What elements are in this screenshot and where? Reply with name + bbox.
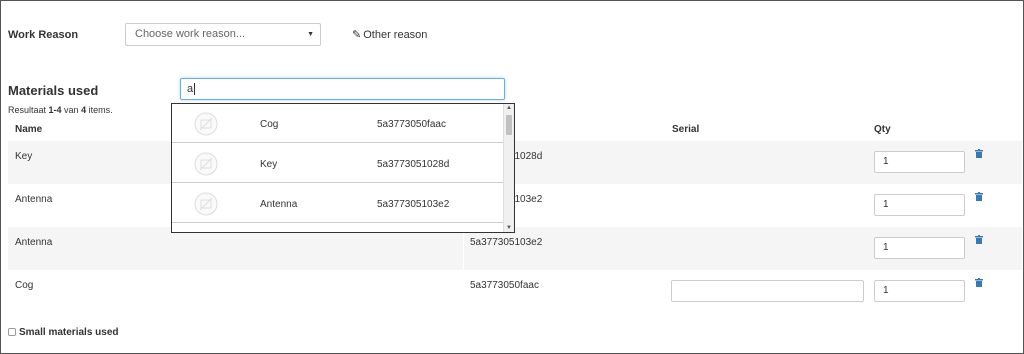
result-suffix: items.	[86, 105, 113, 115]
dropdown-item[interactable]: Key 5a3773051028d	[172, 144, 504, 183]
dropdown-item-name: Key	[260, 159, 278, 170]
serial-input[interactable]	[671, 280, 864, 302]
scroll-down-icon[interactable]: ▼	[506, 225, 512, 231]
caret-down-icon: ▼	[307, 31, 314, 38]
column-header-serial: Serial	[672, 124, 700, 135]
result-mid: van	[61, 105, 82, 115]
autocomplete-dropdown: Cog 5a3773050faac Key 5a3773051028d Ante…	[171, 103, 515, 233]
result-summary: Resultaat 1-4 van 4 items.	[8, 105, 113, 115]
page-frame: Work Reason Choose work reason... ▼ ✎ Oth…	[0, 0, 1024, 354]
row-code: 5a377305103e2	[470, 237, 543, 248]
dropdown-item-name: Cog	[260, 119, 279, 130]
table-row: Antenna 5a377305103e2 1	[8, 227, 1022, 270]
table-row: Antenna 5a377305103e2 1	[8, 184, 1022, 227]
work-reason-select[interactable]: Choose work reason... ▼	[125, 23, 321, 46]
checkbox[interactable]	[8, 328, 16, 336]
no-image-icon	[194, 232, 218, 233]
column-header-name: Name	[15, 124, 43, 135]
qty-input[interactable]: 1	[874, 280, 965, 302]
column-header-qty: Qty	[874, 124, 891, 135]
materials-title: Materials used	[8, 83, 99, 98]
scroll-up-icon[interactable]: ▲	[506, 105, 512, 111]
column-divider	[463, 227, 464, 270]
dropdown-item[interactable]: Cog 5a3773050faac	[172, 104, 504, 143]
result-range: 1-4	[48, 105, 62, 115]
pencil-icon: ✎	[352, 29, 362, 41]
row-name: Antenna	[15, 237, 53, 248]
dropdown-item-partial[interactable]	[172, 224, 504, 233]
trash-icon[interactable]	[975, 149, 983, 158]
dropdown-item[interactable]: Antenna 5a377305103e2	[172, 184, 504, 223]
dropdown-item-name: Antenna	[260, 199, 298, 210]
materials-search-input[interactable]: a	[180, 78, 505, 100]
small-materials-checkbox[interactable]: Small materials used	[8, 327, 119, 338]
work-reason-select-value: Choose work reason...	[135, 28, 246, 40]
table-row: Cog 5a3773050faac 1	[8, 270, 1022, 313]
result-prefix: Resultaat	[8, 105, 49, 115]
row-code: 5a3773050faac	[470, 280, 539, 291]
qty-input[interactable]: 1	[874, 194, 965, 216]
qty-input[interactable]: 1	[874, 237, 965, 259]
no-image-icon	[194, 152, 218, 176]
dropdown-item-code: 5a3773051028d	[377, 159, 450, 170]
text-cursor	[194, 83, 196, 95]
small-materials-label: Small materials used	[19, 327, 119, 338]
row-name: Antenna	[15, 194, 53, 205]
no-image-icon	[194, 112, 218, 136]
no-image-icon	[194, 192, 218, 216]
table-row: Key 5a3773051028d 1	[8, 141, 1022, 184]
row-name: Key	[15, 151, 33, 162]
trash-icon[interactable]	[975, 192, 983, 201]
other-reason-link[interactable]: ✎ Other reason	[352, 28, 427, 41]
scrollbar-thumb[interactable]	[506, 115, 512, 135]
trash-icon[interactable]	[975, 235, 983, 244]
materials-search-value: a	[187, 83, 194, 95]
dropdown-scrollbar[interactable]: ▲ ▼	[503, 104, 514, 232]
row-name: Cog	[15, 280, 34, 291]
work-reason-label: Work Reason	[8, 29, 79, 41]
other-reason-label: Other reason	[363, 29, 428, 41]
trash-icon[interactable]	[975, 278, 983, 287]
dropdown-item-code: 5a3773050faac	[377, 119, 446, 130]
qty-input[interactable]: 1	[874, 151, 965, 173]
dropdown-item-code: 5a377305103e2	[377, 199, 450, 210]
